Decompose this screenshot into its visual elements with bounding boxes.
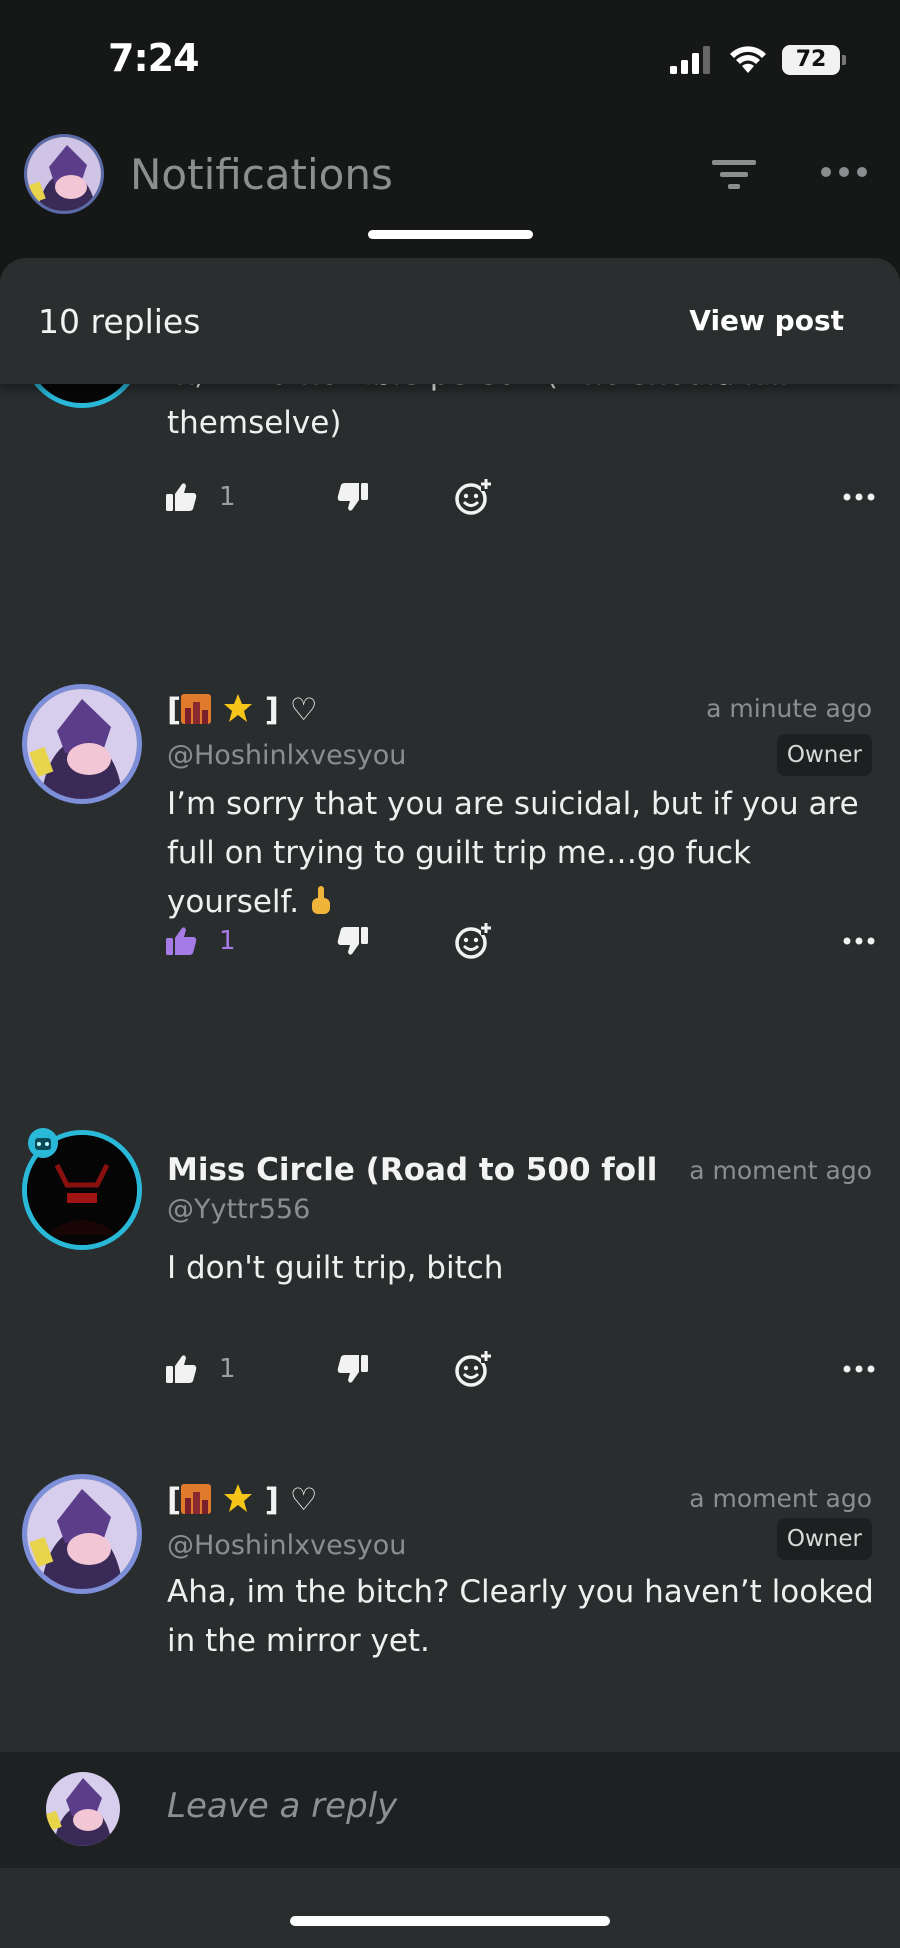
middle-finger-emoji-icon bbox=[311, 886, 330, 914]
add-reaction-icon bbox=[455, 1349, 491, 1387]
add-reaction-button[interactable] bbox=[453, 916, 493, 966]
comment-more-button[interactable] bbox=[843, 1344, 875, 1394]
user-avatar bbox=[46, 1772, 120, 1846]
filter-icon[interactable] bbox=[708, 154, 760, 194]
comment-item: Miss Circle (Road to 500 follo a moment … bbox=[0, 1128, 900, 1450]
comment-item: [ ] ♡ @Hoshinlxvesyou a moment ago Owner… bbox=[0, 1474, 900, 1734]
notifications-header: Notifications bbox=[0, 110, 900, 250]
comment-item: [ ] ♡ @Hoshinlxvesyou a minute ago Owner… bbox=[0, 684, 900, 1084]
thumbs-up-icon bbox=[166, 483, 197, 511]
thumbs-down-icon bbox=[337, 1355, 368, 1383]
add-reaction-button[interactable] bbox=[453, 1344, 493, 1394]
comment-body: I’m sorry that you are suicidal, but if … bbox=[167, 786, 859, 920]
battery-icon: 72 bbox=[782, 45, 846, 75]
comment-actions: 1 bbox=[165, 916, 875, 966]
add-reaction-icon bbox=[455, 921, 491, 959]
page-title: Notifications bbox=[130, 150, 393, 199]
robot-badge-icon bbox=[28, 1128, 58, 1158]
wifi-icon bbox=[730, 46, 766, 73]
comment-list: Ik, I'm a horrible person (who should ki… bbox=[0, 258, 900, 1748]
comment-timestamp: a moment ago bbox=[689, 1156, 872, 1185]
add-reaction-button[interactable] bbox=[453, 472, 493, 522]
comment-timestamp: a minute ago bbox=[706, 694, 872, 723]
dislike-button[interactable] bbox=[337, 1344, 369, 1394]
like-count: 1 bbox=[219, 482, 236, 512]
more-dots-icon[interactable] bbox=[818, 162, 870, 182]
add-reaction-icon bbox=[455, 477, 491, 515]
more-dots-icon bbox=[843, 1365, 875, 1373]
home-indicator[interactable] bbox=[290, 1916, 610, 1926]
reply-input[interactable]: Leave a reply bbox=[167, 1786, 397, 1826]
thumbs-down-icon bbox=[337, 483, 368, 511]
like-button[interactable]: 1 bbox=[165, 1344, 236, 1394]
signal-icon bbox=[670, 46, 710, 74]
status-icons: 72 bbox=[670, 44, 846, 76]
user-avatar[interactable] bbox=[24, 134, 104, 214]
commenter-avatar[interactable] bbox=[22, 1474, 142, 1594]
replies-sheet: 10 replies View post Ik, I'm a horrible … bbox=[0, 258, 900, 1948]
more-dots-icon bbox=[843, 493, 875, 501]
replies-count: 10 replies bbox=[38, 302, 201, 341]
like-count: 1 bbox=[219, 926, 236, 956]
like-button[interactable]: 1 bbox=[165, 916, 236, 966]
commenter-name[interactable]: Miss Circle (Road to 500 follo bbox=[167, 1152, 657, 1188]
reply-compose-bar: Leave a reply bbox=[0, 1752, 900, 1868]
commenter-handle: @Hoshinlxvesyou bbox=[167, 740, 407, 771]
dislike-button[interactable] bbox=[337, 472, 369, 522]
comment-timestamp: a moment ago bbox=[689, 1484, 872, 1513]
comment-body: Aha, im the bitch? Clearly you haven’t l… bbox=[167, 1574, 874, 1659]
commenter-avatar[interactable] bbox=[22, 684, 142, 804]
view-post-button[interactable]: View post bbox=[689, 304, 844, 337]
owner-badge: Owner bbox=[776, 734, 872, 776]
commenter-handle: @Yyttr556 bbox=[167, 1194, 311, 1225]
thumbs-down-icon bbox=[337, 927, 368, 955]
commenter-name[interactable]: [ ] ♡ bbox=[167, 1482, 318, 1518]
comment-body: I don't guilt trip, bitch bbox=[167, 1250, 504, 1286]
city-sunset-emoji-icon bbox=[181, 1484, 212, 1514]
thumbs-up-icon bbox=[166, 1355, 197, 1383]
like-count: 1 bbox=[219, 1354, 236, 1384]
owner-badge: Owner bbox=[776, 1518, 872, 1560]
city-sunset-emoji-icon bbox=[181, 694, 212, 724]
status-bar: 7:24 72 bbox=[0, 0, 900, 110]
like-button[interactable]: 1 bbox=[165, 472, 236, 522]
more-dots-icon bbox=[843, 937, 875, 945]
sheet-grabber[interactable] bbox=[368, 230, 533, 239]
glowing-star-emoji-icon bbox=[223, 1484, 252, 1512]
commenter-handle: @Hoshinlxvesyou bbox=[167, 1530, 407, 1561]
commenter-name[interactable]: [ ] ♡ bbox=[167, 692, 318, 728]
status-time: 7:24 bbox=[108, 36, 200, 80]
glowing-star-emoji-icon bbox=[223, 694, 252, 722]
comment-more-button[interactable] bbox=[843, 472, 875, 522]
comment-actions: 1 bbox=[165, 1344, 875, 1394]
comment-actions: 1 bbox=[165, 472, 875, 522]
sheet-header: 10 replies View post bbox=[0, 258, 900, 384]
comment-more-button[interactable] bbox=[843, 916, 875, 966]
thumbs-up-icon bbox=[166, 927, 197, 955]
dislike-button[interactable] bbox=[337, 916, 369, 966]
